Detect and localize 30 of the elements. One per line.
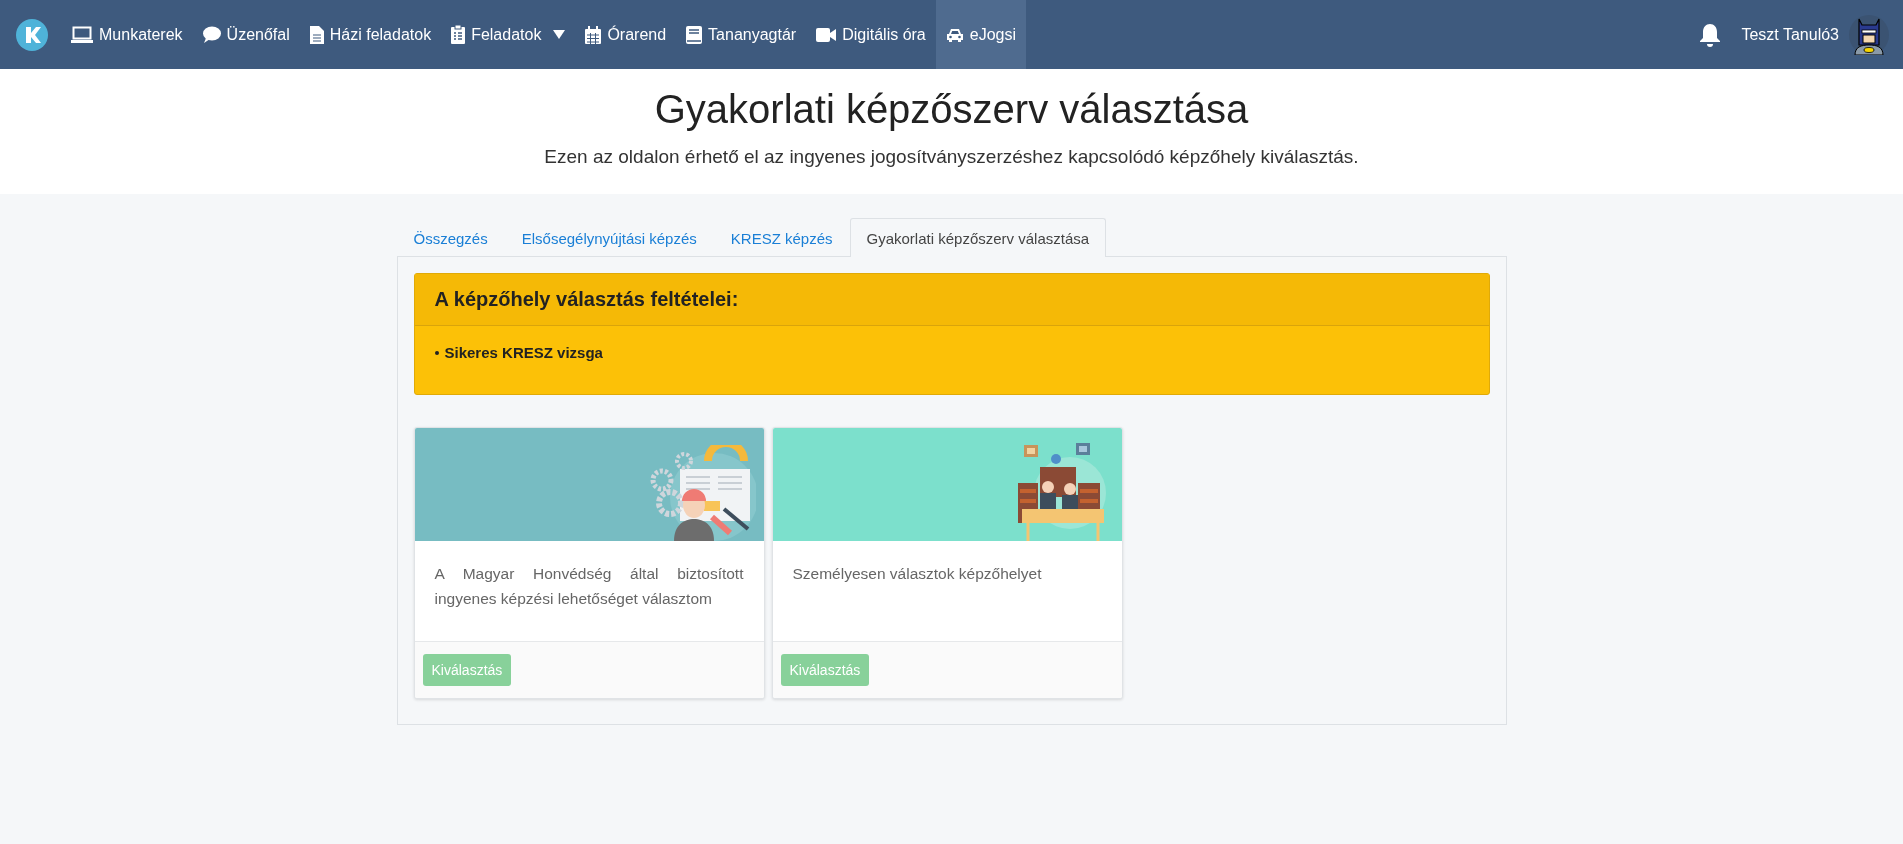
tab[interactable]: Elsősegélynyújtási képzés <box>504 218 714 257</box>
avatar-icon[interactable] <box>1849 14 1889 55</box>
page-subtitle: Ezen az oldalon érhető el az ingyenes jogosítványszerzéshez kapcsolódó képzőhely kiválasztás. <box>543 146 1360 168</box>
nav-item[interactable]: Üzenőfal <box>192 0 300 69</box>
tab[interactable]: KRESZ képzés <box>713 218 850 257</box>
speech-bubble-icon <box>202 26 221 43</box>
bell-icon[interactable] <box>1699 22 1722 47</box>
alert-title: A képzőhely választás feltételei: <box>434 288 740 311</box>
clipboard-icon <box>451 25 466 44</box>
bullet-icon <box>434 350 439 355</box>
page-title: Gyakorlati képzőszerv választása <box>653 87 1250 132</box>
laptop-icon <box>71 25 93 44</box>
nav-item[interactable]: Feladatok <box>441 0 576 69</box>
nav-item[interactable]: Órarend <box>575 0 677 69</box>
requirement-text: Sikeres KRESZ vizsga <box>444 344 603 361</box>
nav-item[interactable]: Munkaterek <box>61 0 193 69</box>
user-name[interactable]: Teszt Tanuló3 <box>1741 25 1839 44</box>
nav-item[interactable]: eJogsi <box>935 0 1026 69</box>
caret-icon <box>553 30 566 39</box>
video-camera-icon <box>816 27 837 42</box>
tab[interactable]: Gyakorlati képzőszerv választása <box>849 218 1107 257</box>
logo-icon[interactable] <box>16 18 48 51</box>
nav-item[interactable]: Tananyagtár <box>676 0 807 69</box>
document-icon <box>309 25 324 44</box>
car-icon <box>945 27 964 42</box>
book-icon <box>686 25 703 44</box>
calendar-icon <box>585 25 602 44</box>
tab[interactable]: Összegzés <box>396 218 505 257</box>
nav-item[interactable]: Digitális óra <box>806 0 936 69</box>
nav-item[interactable]: Házi feladatok <box>299 0 442 69</box>
